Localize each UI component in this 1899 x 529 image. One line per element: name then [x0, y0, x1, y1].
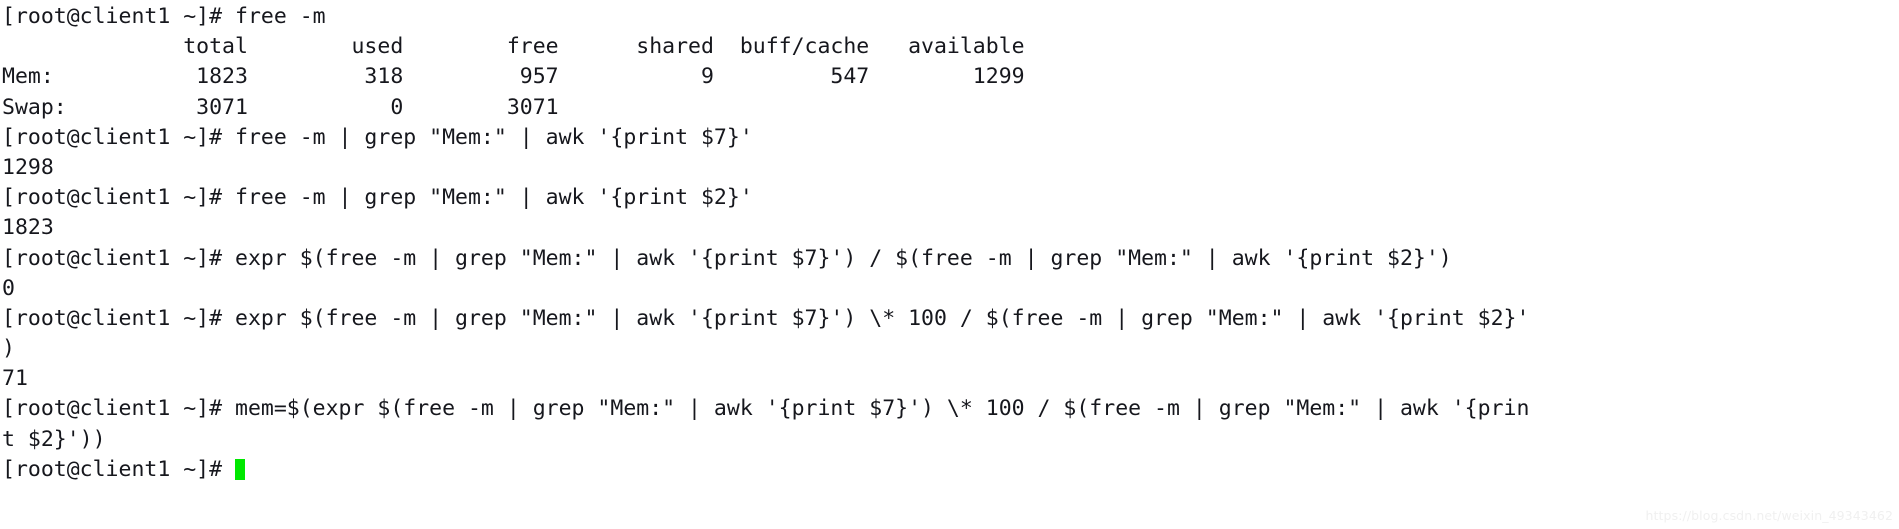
terminal-line: 1823 — [2, 215, 54, 241]
terminal-prompt-line[interactable]: [root@client1 ~]# — [2, 455, 1899, 485]
terminal-line: [root@client1 ~]# mem=$(expr $(free -m |… — [2, 396, 1530, 422]
watermark: https://blog.csdn.net/weixin_49343462 — [1645, 508, 1893, 523]
terminal-line: 0 — [2, 275, 15, 301]
terminal-line: Mem: 1823 318 957 9 547 1299 — [2, 64, 1025, 90]
terminal-window[interactable]: [root@client1 ~]# free -m total used fre… — [0, 0, 1899, 529]
terminal-line: [root@client1 ~]# free -m — [2, 4, 326, 29]
terminal-line: ) — [2, 336, 15, 362]
terminal-line: 1298 — [2, 154, 54, 180]
prompt-text: [root@client1 ~]# — [2, 456, 235, 482]
terminal-line: [root@client1 ~]# free -m | grep "Mem:" … — [2, 185, 753, 211]
terminal-line: [root@client1 ~]# expr $(free -m | grep … — [2, 245, 1452, 271]
terminal-line: Swap: 3071 0 3071 — [2, 94, 559, 120]
terminal-line: 71 — [2, 366, 28, 392]
terminal-line: [root@client1 ~]# free -m | grep "Mem:" … — [2, 124, 753, 150]
terminal-line: [root@client1 ~]# expr $(free -m | grep … — [2, 305, 1530, 331]
terminal-line: total used free shared buff/cache availa… — [2, 34, 1025, 60]
terminal-line: t $2}')) — [2, 426, 106, 452]
terminal-cursor — [235, 459, 246, 481]
